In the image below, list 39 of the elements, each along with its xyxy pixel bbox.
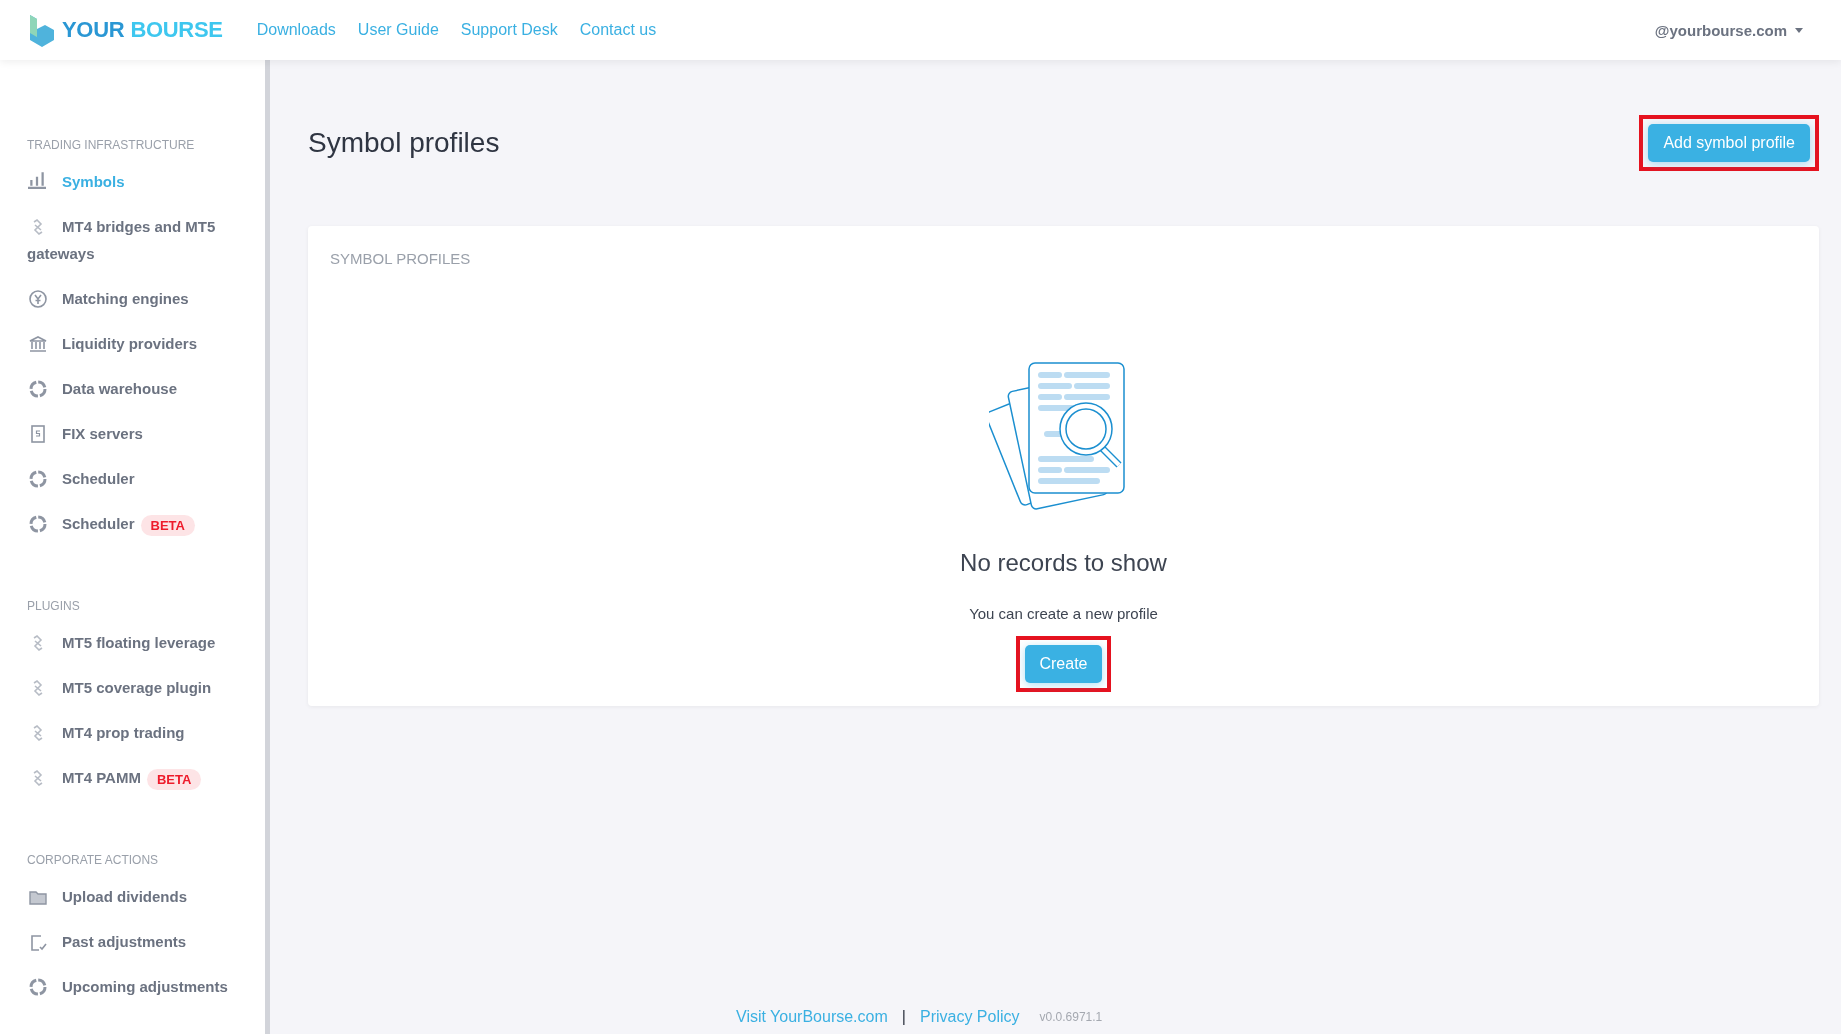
sidebar-item[interactable]: MT5 floating leverage [27,623,237,668]
empty-text: You can create a new profile [969,605,1158,622]
page-title: Symbol profiles [308,127,500,159]
bar-chart-icon [27,170,47,189]
sidebar-item[interactable]: FIX servers [27,414,237,459]
caret-icon [1795,27,1803,33]
logo-icon [28,13,56,47]
sidebar-item[interactable]: Data warehouse [27,369,237,414]
user-menu[interactable]: @yourbourse.com [1648,20,1809,40]
sidebar-item[interactable]: Matching engines [27,279,237,324]
nav-link[interactable]: Support Desk [460,21,558,39]
sidebar-item[interactable]: MT4 PAMM BETA [27,758,237,803]
separator: | [901,1008,906,1026]
nav-link[interactable]: User Guide [357,21,439,39]
section-heading: PLUGINS [27,599,81,613]
sidebar-item[interactable]: Upload dividends [27,877,237,922]
nav-link[interactable]: Contact us [579,21,657,39]
create-button[interactable]: Create [1025,645,1102,683]
logo-text: YOUR [62,17,125,43]
sidebar-item[interactable]: Symbols [27,162,237,207]
yen-coin-icon [27,287,49,310]
sidebar-item[interactable]: Upcoming adjustments [27,967,237,1012]
section-heading: CORPORATE ACTIONS [27,853,160,867]
sidebar-item[interactable]: Past adjustments [27,922,237,967]
beta-badge: BETA [140,514,195,536]
sidebar-item[interactable]: MT4 bridges and MT5 gateways [27,207,237,279]
version-text: v0.0.6971.1 [1039,1010,1103,1024]
section-heading: TRADING INFRASTRUCTURE [27,138,196,152]
beta-badge: BETA [146,768,202,790]
empty-title: No records to show [960,549,1167,577]
logo-text: BOURSE [130,17,223,43]
sidebar-item[interactable]: Scheduler [27,459,237,504]
sidebar-item[interactable]: Scheduler BETA [27,504,237,549]
add-symbol-profile-button[interactable]: Add symbol profile [1648,124,1810,162]
sidebar-item[interactable]: MT5 coverage plugin [27,668,237,713]
card-title: SYMBOL PROFILES [330,250,471,267]
sidebar-item[interactable]: MT4 prop trading [27,713,237,758]
nav-link[interactable]: Downloads [256,21,336,39]
sidebar-item[interactable]: Liquidity providers [27,324,237,369]
